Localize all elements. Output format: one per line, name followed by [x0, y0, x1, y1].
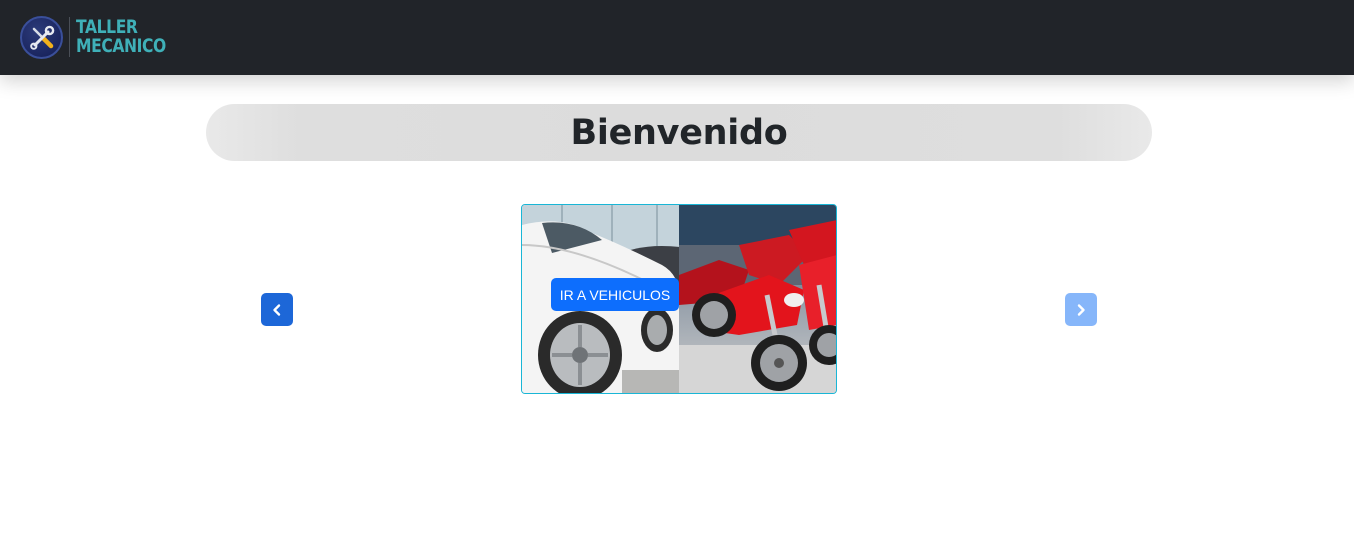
carousel-next-button[interactable] — [1065, 293, 1097, 326]
chevron-left-icon — [273, 303, 281, 316]
chevron-right-icon — [1077, 303, 1085, 316]
brand-line-2: MECANICO — [76, 35, 166, 57]
ir-a-vehiculos-button[interactable]: IR A VEHICULOS — [551, 278, 679, 311]
logo-divider — [69, 17, 70, 57]
brand-logo-link[interactable]: TALLER MECANICO — [20, 14, 186, 60]
brand-name: TALLER MECANICO — [76, 18, 166, 56]
welcome-banner: Bienvenido — [206, 104, 1152, 161]
page-title: Bienvenido — [570, 112, 788, 153]
navbar: TALLER MECANICO — [0, 0, 1354, 75]
carousel-prev-button[interactable] — [261, 293, 293, 326]
motorcycles-image — [679, 205, 836, 393]
wrench-screwdriver-icon — [20, 15, 63, 59]
